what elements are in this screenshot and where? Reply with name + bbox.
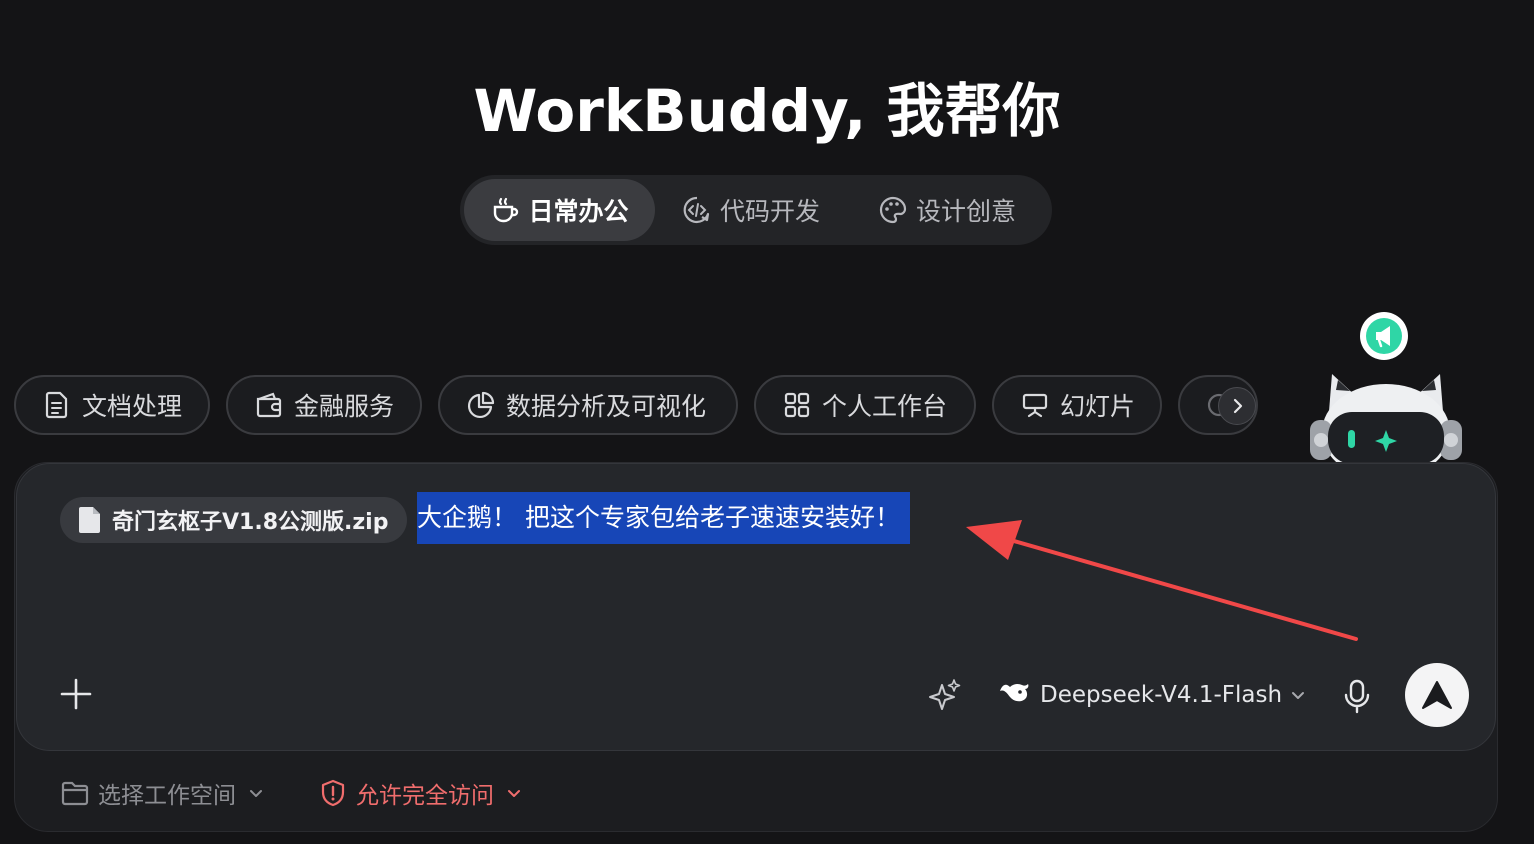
workspace-label: 选择工作空间 bbox=[98, 783, 236, 809]
chip-label: 文档处理 bbox=[82, 392, 183, 421]
deepseek-whale-icon bbox=[1000, 683, 1029, 702]
document-icon bbox=[45, 391, 68, 419]
file-icon bbox=[79, 507, 100, 533]
chevron-down-icon bbox=[508, 790, 520, 797]
announcement-icon bbox=[1360, 312, 1408, 360]
presentation-icon bbox=[1022, 393, 1048, 418]
chip-label: 数据分析及可视化 bbox=[506, 392, 707, 421]
chevron-right-icon bbox=[1233, 398, 1243, 414]
send-button[interactable] bbox=[1405, 663, 1469, 727]
chips-next-button[interactable] bbox=[1218, 387, 1256, 425]
tab-design-creative[interactable]: 设计创意 bbox=[878, 179, 1016, 241]
model-name: Deepseek-V4.1-Flash bbox=[1040, 682, 1283, 708]
chevron-down-icon bbox=[250, 790, 262, 797]
chip-data-analysis[interactable]: 数据分析及可视化 bbox=[438, 375, 738, 435]
pie-chart-icon bbox=[467, 391, 495, 419]
microphone-button[interactable] bbox=[1340, 678, 1374, 714]
attachment-name: 奇门玄枢子V1.8公测版.zip bbox=[112, 510, 389, 535]
chip-label: 个人工作台 bbox=[822, 392, 948, 421]
chip-label: 幻灯片 bbox=[1060, 392, 1136, 421]
palette-icon bbox=[879, 196, 907, 224]
chip-financial-services[interactable]: 金融服务 bbox=[226, 375, 422, 435]
grid-icon bbox=[784, 392, 810, 418]
coffee-cup-icon bbox=[494, 197, 519, 223]
page-title: WorkBuddy, 我帮你 bbox=[473, 77, 1061, 145]
chip-document-processing[interactable]: 文档处理 bbox=[14, 375, 210, 435]
tab-label: 日常办公 bbox=[528, 197, 629, 226]
model-selector[interactable]: Deepseek-V4.1-Flash bbox=[998, 676, 1306, 714]
send-arrow-icon bbox=[1422, 681, 1452, 709]
wallet-icon bbox=[256, 392, 282, 418]
folder-icon bbox=[61, 781, 89, 806]
category-tabs: 日常办公 代码开发 设计创意 bbox=[460, 175, 1052, 245]
tab-code-dev[interactable]: 代码开发 bbox=[682, 179, 820, 241]
tab-label: 代码开发 bbox=[720, 197, 821, 226]
attachment-pill[interactable]: 奇门玄枢子V1.8公测版.zip bbox=[60, 497, 407, 543]
code-icon bbox=[683, 196, 710, 224]
chip-label: 金融服务 bbox=[294, 392, 395, 421]
chip-slides[interactable]: 幻灯片 bbox=[992, 375, 1162, 435]
robot-cat-mascot[interactable] bbox=[1306, 312, 1466, 467]
add-attachment-button[interactable] bbox=[58, 676, 94, 712]
workspace-selector[interactable]: 选择工作空间 bbox=[60, 775, 264, 811]
chevron-down-icon bbox=[1292, 692, 1305, 699]
sparkle-icon[interactable] bbox=[926, 677, 962, 713]
shield-warning-icon bbox=[321, 779, 345, 807]
tab-daily-office[interactable]: 日常办公 bbox=[464, 179, 655, 241]
access-label: 允许完全访问 bbox=[356, 783, 494, 809]
access-permission-selector[interactable]: 允许完全访问 bbox=[318, 775, 522, 811]
prompt-input[interactable]: 大企鹅！ 把这个专家包给老子速速安装好！ bbox=[417, 492, 910, 544]
tab-label: 设计创意 bbox=[916, 197, 1017, 226]
chip-personal-workbench[interactable]: 个人工作台 bbox=[754, 375, 976, 435]
